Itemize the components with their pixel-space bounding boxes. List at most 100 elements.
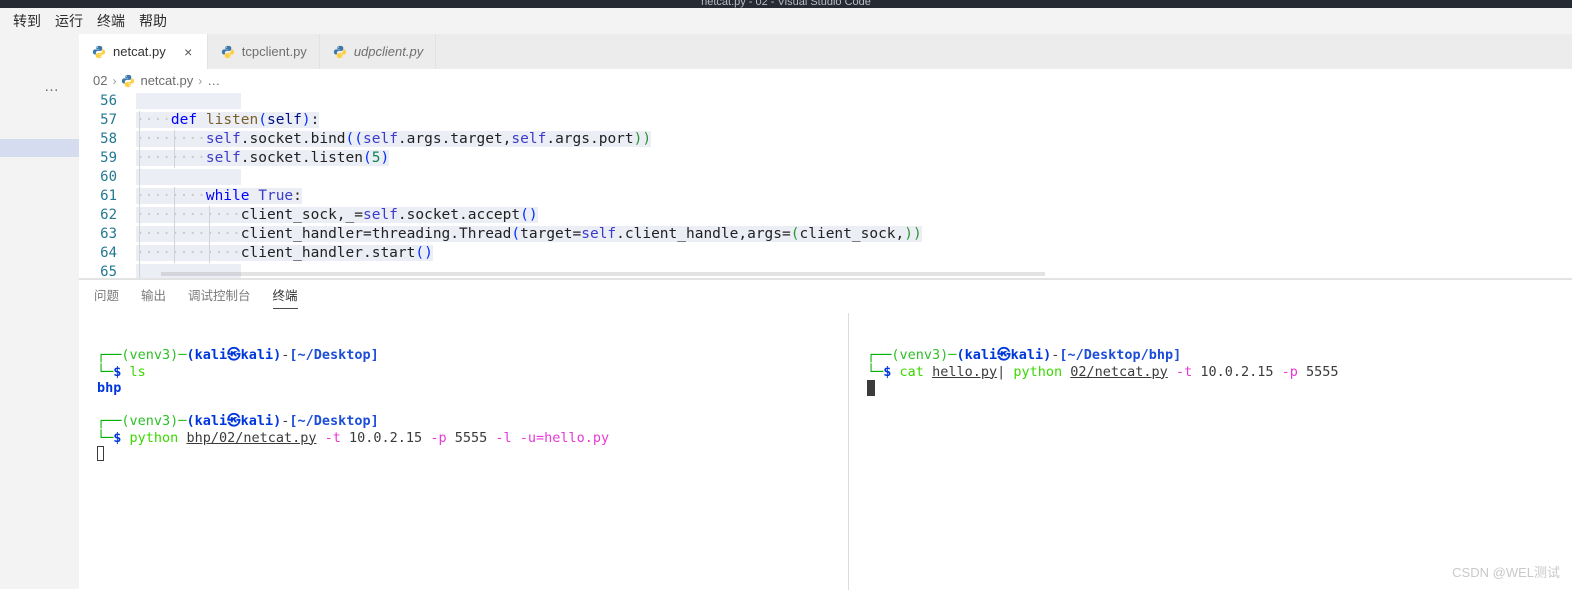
command-token: python bbox=[129, 429, 187, 446]
code-lines-container: 56 57 ····def listen(self): 58 ········self… bbox=[79, 92, 1572, 279]
indent-guide bbox=[139, 149, 140, 168]
menu-bar: 转到 运行 终端 帮助 bbox=[0, 8, 1572, 34]
terminal-output-line: bhp bbox=[97, 380, 848, 397]
chevron-right-icon: › bbox=[112, 73, 117, 88]
menu-item-help[interactable]: 帮助 bbox=[132, 10, 174, 32]
command-token: -t bbox=[324, 429, 341, 446]
line-number: 59 bbox=[100, 150, 117, 166]
indent-guide bbox=[209, 206, 210, 225]
command-token: -u=hello.py bbox=[519, 429, 610, 446]
indent-guide bbox=[139, 263, 140, 279]
indent-guide bbox=[174, 206, 175, 225]
bottom-panel: 问题 输出 调试控制台 终端 ┌──(venv3)─(kali㉿kali)-[~… bbox=[79, 279, 1572, 590]
indent-guide bbox=[139, 111, 140, 130]
prompt-path: [~/Desktop/bhp] bbox=[1059, 347, 1182, 363]
user-host: (kali㉿kali) bbox=[956, 347, 1052, 363]
code-line[interactable]: 58 ········self.socket.bind((self.args.ta… bbox=[79, 130, 1572, 149]
editor-horizontal-scrollbar[interactable] bbox=[161, 272, 1045, 276]
user-host: (kali㉿kali) bbox=[186, 347, 282, 363]
prompt-corner-icon: ┌── bbox=[97, 347, 122, 363]
line-number: 63 bbox=[100, 226, 117, 242]
command-token bbox=[512, 430, 520, 446]
line-number: 58 bbox=[100, 131, 117, 147]
tab-label: tcpclient.py bbox=[241, 44, 307, 59]
code-line[interactable]: 56 bbox=[79, 92, 1572, 111]
indent-guide bbox=[139, 130, 140, 149]
tab-label: udpclient.py bbox=[353, 44, 424, 59]
command-token: 10.0.2.15 bbox=[1192, 363, 1282, 380]
python-icon bbox=[221, 45, 235, 59]
breadcrumb-item-folder[interactable]: 02 bbox=[93, 73, 107, 88]
tab-overflow-icon[interactable]: … bbox=[44, 79, 60, 94]
code-line[interactable]: 64 ············client_handler.start() bbox=[79, 244, 1572, 263]
terminal-cursor-line bbox=[97, 446, 848, 463]
panel-tab-debug-console[interactable]: 调试控制台 bbox=[188, 285, 251, 309]
code-line[interactable]: 57 ····def listen(self): bbox=[79, 111, 1572, 130]
code-line-text: ········self.socket.listen(5) bbox=[136, 149, 390, 168]
command-token: -p bbox=[430, 429, 447, 446]
prompt-path: [~/Desktop] bbox=[289, 413, 379, 429]
menu-item-terminal[interactable]: 终端 bbox=[90, 10, 132, 32]
code-line[interactable]: 60 bbox=[79, 168, 1572, 187]
terminal-split-container: ┌──(venv3)─(kali㉿kali)-[~/Desktop] └─$ ls… bbox=[79, 313, 1572, 590]
python-icon bbox=[92, 45, 106, 59]
command-token: -p bbox=[1281, 363, 1298, 380]
tabbar-empty-space bbox=[436, 34, 1572, 69]
tab-udpclient-py[interactable]: udpclient.py bbox=[319, 34, 437, 69]
line-number: 61 bbox=[100, 188, 117, 204]
panel-tab-terminal[interactable]: 终端 bbox=[272, 285, 298, 309]
code-line[interactable]: 59 ········self.socket.listen(5) bbox=[79, 149, 1572, 168]
command-token: python bbox=[1013, 363, 1071, 380]
panel-tab-output[interactable]: 输出 bbox=[141, 285, 166, 309]
line-number: 65 bbox=[100, 264, 117, 279]
indent-guide bbox=[209, 225, 210, 244]
code-line[interactable]: 61 ········while True: bbox=[79, 187, 1572, 206]
breadcrumb-item-file[interactable]: netcat.py bbox=[140, 73, 193, 88]
indent-guide bbox=[174, 187, 175, 206]
command-token: -l bbox=[495, 429, 512, 446]
chevron-right-icon: › bbox=[198, 73, 203, 88]
indent-guide bbox=[139, 225, 140, 244]
terminal-cursor-line bbox=[867, 380, 1572, 397]
code-line-text bbox=[133, 263, 1572, 279]
window-titlebar: netcat.py - 02 - Visual Studio Code bbox=[0, 0, 1572, 8]
line-number: 60 bbox=[100, 169, 117, 185]
terminal-pane-right[interactable]: ┌──(venv3)─(kali㉿kali)-[~/Desktop/bhp] └─… bbox=[849, 313, 1572, 590]
prompt-corner-icon: └─ bbox=[97, 429, 114, 446]
breadcrumb-item-symbols[interactable]: … bbox=[207, 73, 220, 88]
indent-guide bbox=[209, 244, 210, 263]
indent-guide bbox=[174, 149, 175, 168]
vscode-window: netcat.py - 02 - Visual Studio Code 转到 运… bbox=[0, 0, 1572, 590]
code-editor[interactable]: 56 57 ····def listen(self): 58 ········self… bbox=[79, 92, 1572, 279]
prompt-corner-icon: └─ bbox=[97, 363, 114, 380]
code-line[interactable]: 65 bbox=[79, 263, 1572, 279]
window-title: netcat.py - 02 - Visual Studio Code bbox=[701, 0, 871, 8]
code-line-text: ············client_handler.start() bbox=[136, 244, 433, 263]
indent-guide bbox=[139, 168, 140, 187]
minimap-selection-highlight bbox=[0, 139, 79, 157]
line-number: 57 bbox=[100, 112, 117, 128]
indent-guide bbox=[139, 244, 140, 263]
panel-tab-problems[interactable]: 问题 bbox=[94, 285, 119, 309]
tab-netcat-py[interactable]: netcat.py × bbox=[79, 34, 208, 69]
command-token bbox=[317, 430, 325, 446]
tab-tcpclient-py[interactable]: tcpclient.py bbox=[207, 34, 320, 69]
code-line[interactable]: 62 ············client_sock,_=self.socket.… bbox=[79, 206, 1572, 225]
command-token: ls bbox=[129, 363, 146, 380]
terminal-prompt-line: ┌──(venv3)─(kali㉿kali)-[~/Desktop/bhp] bbox=[867, 347, 1572, 364]
code-line[interactable]: 63 ············client_handler=threading.T… bbox=[79, 225, 1572, 244]
command-token: -t bbox=[1175, 363, 1193, 380]
menu-item-run[interactable]: 运行 bbox=[48, 10, 90, 32]
prompt-corner-icon: ┌── bbox=[867, 347, 892, 363]
terminal-pane-left[interactable]: ┌──(venv3)─(kali㉿kali)-[~/Desktop] └─$ ls… bbox=[79, 313, 848, 590]
command-token: hello.py bbox=[932, 363, 998, 380]
output-text: bhp bbox=[97, 380, 122, 396]
prompt-corner-icon: ┌── bbox=[97, 413, 122, 429]
indent-guide bbox=[174, 244, 175, 263]
close-icon[interactable]: × bbox=[182, 45, 195, 59]
menu-item-goto[interactable]: 转到 bbox=[6, 10, 48, 32]
breadcrumb: 02 › netcat.py › … bbox=[79, 69, 1572, 92]
